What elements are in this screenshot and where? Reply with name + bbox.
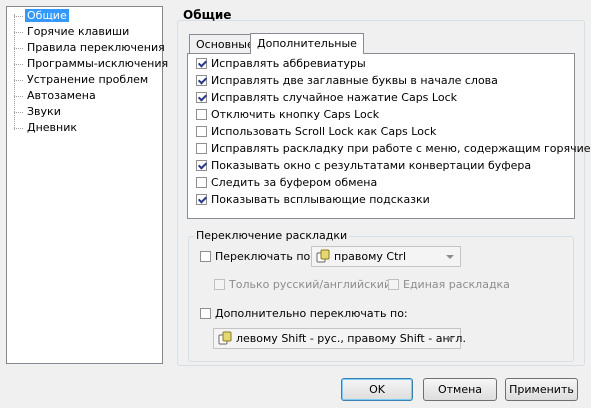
option-show-tooltips[interactable]: Показывать всплывающие подсказки	[196, 191, 430, 208]
option-fix-caps-lock[interactable]: Исправлять случайное нажатие Caps Lock	[196, 89, 457, 106]
nav-item-label: Общие	[25, 9, 69, 22]
option-label: Единая раскладка	[403, 278, 510, 291]
checkbox[interactable]	[196, 193, 207, 205]
option-label: Исправлять раскладку при работе с меню, …	[211, 142, 591, 155]
nav-item-troubleshooting[interactable]: Устранение проблем	[14, 72, 150, 88]
option-label: Показывать всплывающие подсказки	[211, 193, 430, 206]
nav-item-label: Правила переключения	[27, 41, 165, 54]
nav-item-general[interactable]: Общие	[14, 8, 69, 24]
option-disable-caps-lock[interactable]: Отключить кнопку Caps Lock	[196, 106, 379, 123]
apply-button[interactable]: Применить	[505, 378, 578, 401]
option-label: Отключить кнопку Caps Lock	[211, 108, 380, 121]
option-label: Дополнительно переключать по:	[215, 307, 408, 320]
keyboard-icon	[218, 331, 232, 345]
nav-item-label: Автозамена	[27, 89, 96, 102]
nav-item-label: Горячие клавиши	[27, 25, 130, 38]
dropdown-value: левому Shift - рус., правому Shift - анг…	[236, 332, 466, 345]
switch-key-dropdown[interactable]: правому Ctrl	[311, 246, 461, 267]
checkbox[interactable]	[196, 125, 207, 137]
checkbox[interactable]	[200, 250, 211, 262]
nav-item-autoreplace[interactable]: Автозамена	[14, 88, 98, 104]
option-fix-layout-menu[interactable]: Исправлять раскладку при работе с меню, …	[196, 140, 591, 157]
option-fix-two-capitals[interactable]: Исправлять две заглавные буквы в начале …	[196, 72, 498, 89]
option-label: Исправлять случайное нажатие Caps Lock	[211, 91, 457, 104]
only-ru-en-option[interactable]: Только русский/английский	[214, 276, 391, 293]
ok-button[interactable]: OK	[341, 378, 413, 401]
chevron-down-icon	[446, 255, 454, 259]
checkbox[interactable]	[214, 278, 225, 290]
option-label: Использовать Scroll Lock как Caps Lock	[211, 125, 437, 138]
single-layout-option[interactable]: Единая раскладка	[388, 276, 510, 293]
nav-item-label: Программы-исключения	[27, 57, 169, 70]
group-title: Переключение раскладки	[194, 229, 350, 242]
nav-item-hotkeys[interactable]: Горячие клавиши	[14, 24, 131, 40]
option-label: Исправлять две заглавные буквы в начале …	[211, 74, 498, 87]
nav-item-exception-programs[interactable]: Программы-исключения	[14, 56, 170, 72]
checkbox[interactable]	[388, 278, 399, 290]
keyboard-icon	[316, 249, 330, 263]
checkbox[interactable]	[196, 142, 207, 154]
nav-item-label: Дневник	[27, 121, 78, 134]
option-scroll-lock-as-caps[interactable]: Использовать Scroll Lock как Caps Lock	[196, 123, 436, 140]
page-title: Общие	[183, 8, 232, 22]
checkbox[interactable]	[196, 91, 207, 103]
checkbox[interactable]	[196, 57, 207, 69]
option-show-buffer-results[interactable]: Показывать окно с результатами конвертац…	[196, 157, 531, 174]
tab-advanced[interactable]: Дополнительные	[250, 33, 364, 54]
option-label: Следить за буфером обмена	[211, 176, 378, 189]
nav-item-switch-rules[interactable]: Правила переключения	[14, 40, 167, 56]
chevron-down-icon	[446, 337, 454, 341]
nav-item-label: Устранение проблем	[27, 73, 149, 86]
extra-switch-option[interactable]: Дополнительно переключать по:	[200, 305, 408, 322]
option-fix-abbreviations[interactable]: Исправлять аббревиатуры	[196, 55, 366, 72]
checkbox[interactable]	[196, 176, 207, 188]
checkbox[interactable]	[196, 108, 207, 120]
nav-item-sounds[interactable]: Звуки	[14, 104, 63, 120]
option-label: Переключать по:	[215, 250, 314, 263]
option-watch-clipboard[interactable]: Следить за буфером обмена	[196, 174, 377, 191]
checkbox[interactable]	[200, 307, 211, 319]
dropdown-value: правому Ctrl	[334, 250, 407, 263]
nav-item-diary[interactable]: Дневник	[14, 120, 79, 136]
cancel-button[interactable]: Отмена	[423, 378, 497, 401]
option-label: Показывать окно с результатами конвертац…	[211, 159, 532, 172]
nav-item-label: Звуки	[27, 105, 61, 118]
switch-by-option[interactable]: Переключать по:	[200, 248, 314, 265]
option-label: Исправлять аббревиатуры	[211, 57, 366, 70]
extra-switch-dropdown[interactable]: левому Shift - рус., правому Shift - анг…	[213, 328, 466, 349]
checkbox[interactable]	[196, 74, 207, 86]
checkbox[interactable]	[196, 159, 207, 171]
option-label: Только русский/английский	[229, 278, 392, 291]
